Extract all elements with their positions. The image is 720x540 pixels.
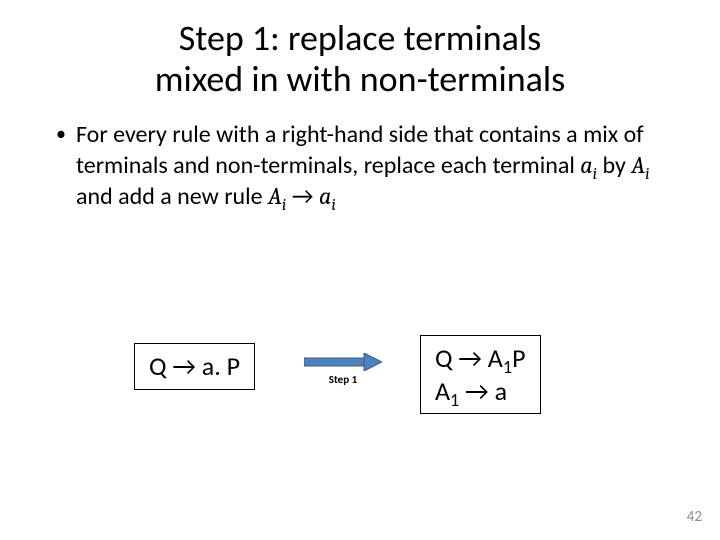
arrow-right-icon <box>304 353 382 371</box>
title-line-1: Step 1: replace terminals <box>179 16 542 60</box>
rule-after-line-1: Q → A1P <box>435 342 526 375</box>
rule-box-after: Q → A1P A1 → a <box>420 335 541 414</box>
slide: Step 1: replace terminals mixed in with … <box>0 0 720 540</box>
bullet-item: • For every rule with a right-hand side … <box>56 119 664 213</box>
rule-box-before: Q → a. P <box>134 343 255 390</box>
bullet-text: For every rule with a right-hand side th… <box>76 119 664 213</box>
slide-body: • For every rule with a right-hand side … <box>0 101 720 213</box>
rule-before-text: Q → a. P <box>149 350 240 382</box>
rule-after-line-2: A1 → a <box>435 375 526 408</box>
bullet-dot-icon: • <box>56 119 66 149</box>
title-line-2: mixed in with non-terminals <box>155 57 566 101</box>
page-number: 42 <box>687 508 702 526</box>
diagram: Q → a. P Step 1 Q → A1P A1 → a <box>0 335 720 455</box>
step-label: Step 1 <box>298 373 388 386</box>
step-arrow-group: Step 1 <box>298 353 388 386</box>
slide-title: Step 1: replace terminals mixed in with … <box>0 0 720 101</box>
